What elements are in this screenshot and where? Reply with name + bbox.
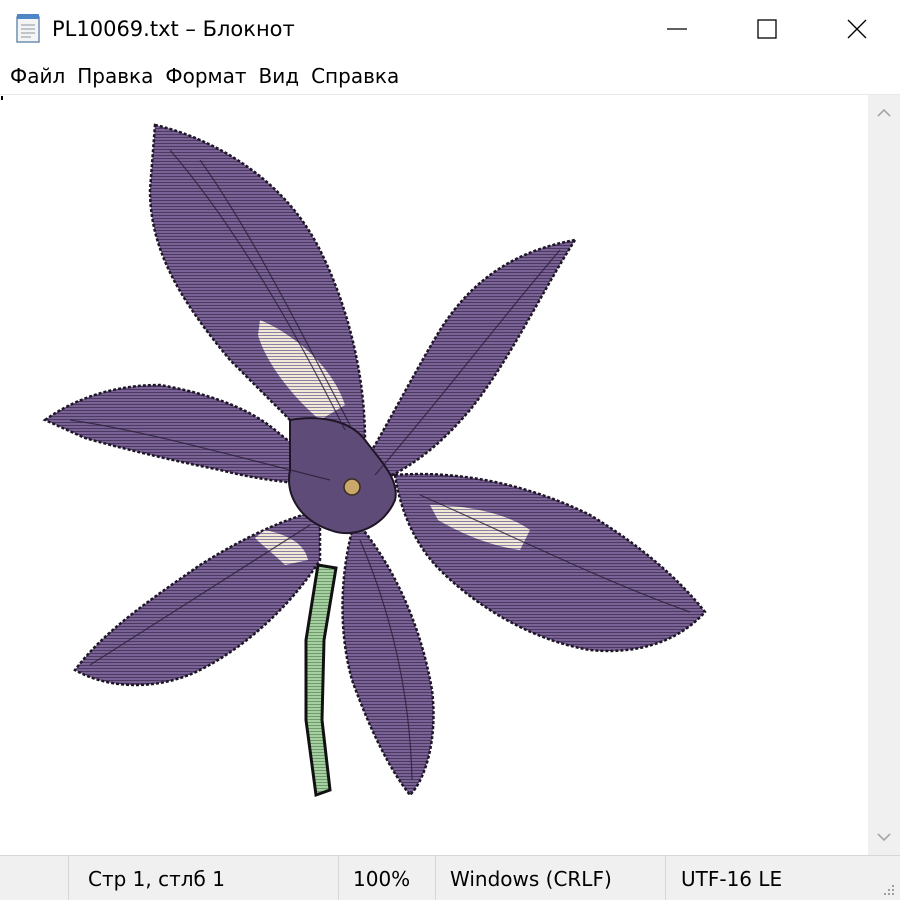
vertical-scrollbar[interactable]	[868, 95, 900, 855]
petal-right	[393, 472, 707, 653]
menu-format[interactable]: Формат	[159, 62, 252, 90]
minimize-icon	[667, 28, 687, 30]
chevron-down-icon	[877, 833, 891, 842]
maximize-icon	[757, 19, 777, 39]
scroll-up-button[interactable]	[868, 97, 900, 129]
window-title: PL10069.txt – Блокнот	[52, 17, 295, 41]
flower-pistil	[343, 478, 361, 496]
text-caret	[1, 96, 3, 100]
close-button[interactable]	[812, 0, 900, 58]
menu-help[interactable]: Справка	[305, 62, 405, 90]
menu-file[interactable]: Файл	[4, 62, 71, 90]
menu-bar: Файл Правка Формат Вид Справка	[0, 58, 900, 94]
menu-view[interactable]: Вид	[253, 62, 306, 90]
status-cursor-position: Стр 1, стлб 1	[88, 866, 225, 891]
close-icon	[847, 19, 867, 39]
status-divider	[68, 856, 69, 900]
status-zoom: 100%	[353, 866, 411, 891]
status-divider	[338, 856, 339, 900]
status-divider	[435, 856, 436, 900]
text-editor[interactable]	[0, 95, 868, 855]
flower-stem	[304, 563, 338, 798]
petal-bottom	[341, 517, 435, 797]
minimize-button[interactable]	[632, 0, 722, 58]
chevron-up-icon	[877, 108, 891, 117]
status-bar: Стр 1, стлб 1 100% Windows (CRLF) UTF-16…	[0, 855, 900, 900]
status-encoding: UTF-16 LE	[681, 866, 783, 891]
flower-center	[288, 417, 397, 535]
scroll-down-button[interactable]	[868, 821, 900, 853]
notepad-icon	[16, 14, 40, 43]
menu-edit[interactable]: Правка	[71, 62, 159, 90]
status-line-ending: Windows (CRLF)	[450, 866, 612, 891]
status-divider	[665, 856, 666, 900]
title-bar[interactable]: PL10069.txt – Блокнот	[0, 0, 900, 58]
maximize-button[interactable]	[722, 0, 812, 58]
resize-grip-icon[interactable]	[880, 881, 896, 897]
ascii-art-flower	[42, 123, 707, 798]
